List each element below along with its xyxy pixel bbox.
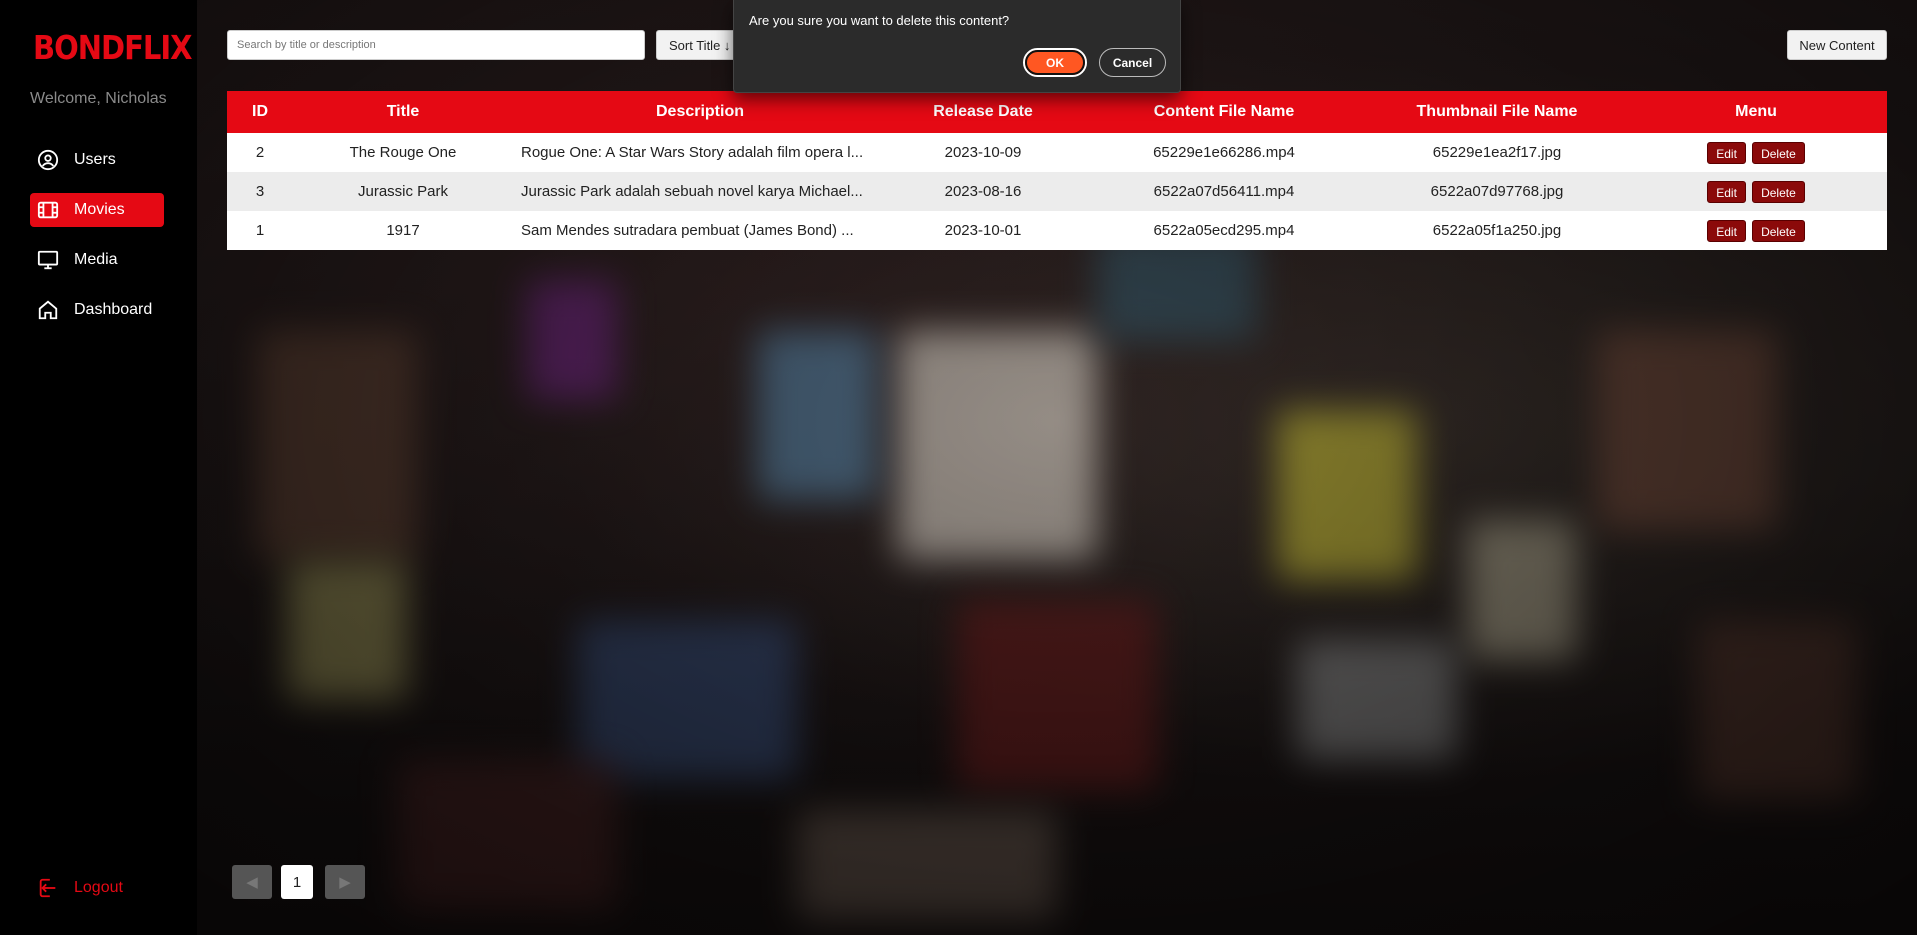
sidebar-item-label: Dashboard [74, 301, 153, 318]
edit-button[interactable]: Edit [1707, 141, 1746, 164]
cell-description: Jurassic Park adalah sebuah novel karya … [513, 172, 887, 211]
logo[interactable]: BONDFLIX [33, 28, 193, 67]
cell-release-date: 2023-10-09 [887, 133, 1079, 172]
sidebar-item-users[interactable]: Users [30, 143, 164, 177]
cell-description: Sam Mendes sutradara pembuat (James Bond… [513, 211, 887, 250]
ok-button[interactable]: OK [1023, 48, 1087, 77]
column-header-menu: Menu [1625, 91, 1887, 133]
pagination-prev-button[interactable]: ◀ [232, 865, 272, 899]
cell-id: 2 [227, 133, 293, 172]
sidebar-item-label: Media [74, 251, 118, 268]
cell-release-date: 2023-10-01 [887, 211, 1079, 250]
user-circle-icon [36, 148, 60, 172]
cell-id: 1 [227, 211, 293, 250]
new-content-button[interactable]: New Content [1787, 30, 1887, 60]
film-icon [36, 198, 60, 222]
sidebar-item-dashboard[interactable]: Dashboard [30, 293, 164, 327]
cell-menu: Edit Delete [1625, 211, 1887, 250]
column-header-thumbnail-file: Thumbnail File Name [1369, 91, 1625, 133]
pagination-next-button[interactable]: ▶ [325, 865, 365, 899]
edit-button[interactable]: Edit [1707, 219, 1746, 242]
cell-description: Rogue One: A Star Wars Story adalah film… [513, 133, 887, 172]
pagination-page-button[interactable]: 1 [281, 865, 313, 899]
sidebar-item-label: Users [74, 151, 116, 168]
cell-title: Jurassic Park [293, 172, 513, 211]
sidebar-item-movies[interactable]: Movies [30, 193, 164, 227]
logout-icon [36, 876, 60, 900]
main-area: Sort Title ↓ New Content ID Title Descri… [197, 0, 1917, 935]
cell-menu: Edit Delete [1625, 133, 1887, 172]
column-header-content-file: Content File Name [1079, 91, 1369, 133]
cell-release-date: 2023-08-16 [887, 172, 1079, 211]
dialog-message: Are you sure you want to delete this con… [749, 13, 1010, 28]
column-header-title: Title [293, 91, 513, 133]
home-icon [36, 298, 60, 322]
table-header-row: ID Title Description Release Date Conten… [227, 91, 1887, 133]
monitor-icon [36, 248, 60, 272]
delete-button[interactable]: Delete [1752, 219, 1805, 242]
column-header-description: Description [513, 91, 887, 133]
logout-label: Logout [74, 879, 123, 896]
cell-content-file: 65229e1e66286.mp4 [1079, 133, 1369, 172]
cell-menu: Edit Delete [1625, 172, 1887, 211]
welcome-text: Welcome, Nicholas [30, 90, 167, 107]
cell-thumbnail-file: 6522a07d97768.jpg [1369, 172, 1625, 211]
sidebar: BONDFLIX Welcome, Nicholas Users Movies … [0, 0, 197, 935]
cell-content-file: 6522a07d56411.mp4 [1079, 172, 1369, 211]
content-table: ID Title Description Release Date Conten… [227, 91, 1887, 250]
sidebar-item-media[interactable]: Media [30, 243, 164, 277]
cancel-button[interactable]: Cancel [1099, 48, 1166, 77]
column-header-release-date: Release Date [887, 91, 1079, 133]
edit-button[interactable]: Edit [1707, 180, 1746, 203]
column-header-id: ID [227, 91, 293, 133]
cell-thumbnail-file: 6522a05f1a250.jpg [1369, 211, 1625, 250]
cell-thumbnail-file: 65229e1ea2f17.jpg [1369, 133, 1625, 172]
table-row: 2 The Rouge One Rogue One: A Star Wars S… [227, 133, 1887, 172]
delete-button[interactable]: Delete [1752, 141, 1805, 164]
cell-title: The Rouge One [293, 133, 513, 172]
cell-title: 1917 [293, 211, 513, 250]
table-row: 3 Jurassic Park Jurassic Park adalah seb… [227, 172, 1887, 211]
cell-content-file: 6522a05ecd295.mp4 [1079, 211, 1369, 250]
logout-button[interactable]: Logout [30, 871, 164, 905]
confirm-dialog: Are you sure you want to delete this con… [733, 0, 1181, 93]
table-row: 1 1917 Sam Mendes sutradara pembuat (Jam… [227, 211, 1887, 250]
sidebar-item-label: Movies [74, 201, 125, 218]
delete-button[interactable]: Delete [1752, 180, 1805, 203]
search-input[interactable] [227, 30, 645, 60]
cell-id: 3 [227, 172, 293, 211]
